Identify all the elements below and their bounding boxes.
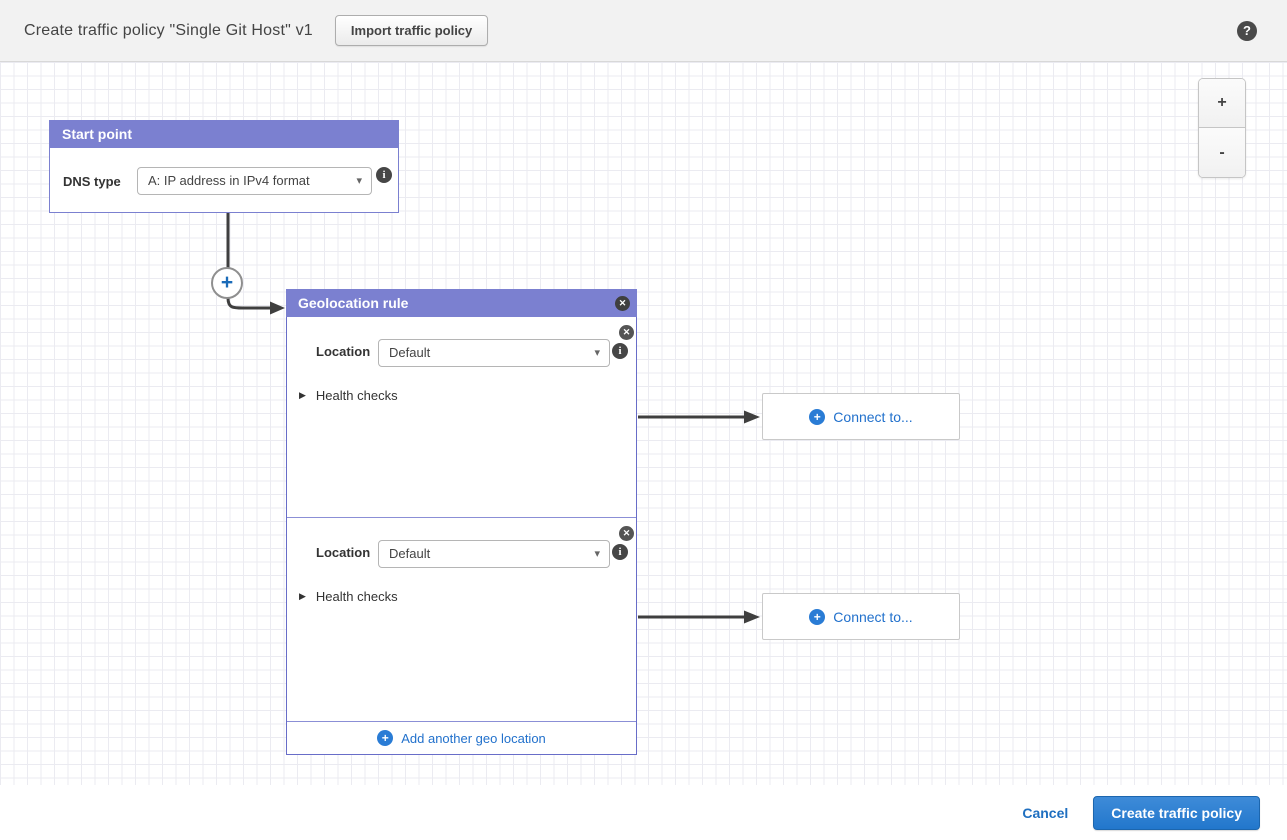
location-select-2[interactable]: Default ▾ xyxy=(378,540,610,568)
chevron-down-icon: ▾ xyxy=(356,168,362,194)
start-point-body: DNS type A: IP address in IPv4 format ▾ … xyxy=(50,148,398,212)
info-icon[interactable]: i xyxy=(376,167,392,183)
geolocation-rule-header: Geolocation rule ✕ xyxy=(286,289,637,317)
arrowhead-icon xyxy=(744,411,760,424)
add-branch-plus-button[interactable]: + xyxy=(211,267,243,299)
connect-to-label: Connect to... xyxy=(833,409,912,425)
health-checks-label: Health checks xyxy=(316,388,398,403)
close-location-icon[interactable]: ✕ xyxy=(619,526,634,541)
connect-to-target-1[interactable]: + Connect to... xyxy=(762,393,960,440)
connect-to-target-2[interactable]: + Connect to... xyxy=(762,593,960,640)
traffic-policy-editor: Create traffic policy "Single Git Host" … xyxy=(0,0,1287,840)
add-another-geo-location-label: Add another geo location xyxy=(401,731,546,746)
geolocation-rule-title: Geolocation rule xyxy=(298,295,408,311)
geo-location-section-2: ✕ Location Default ▾ i ▶ Health checks xyxy=(287,517,636,722)
geolocation-rule-node: Geolocation rule ✕ ✕ Location Default ▾ … xyxy=(286,290,637,755)
bottom-action-bar: Cancel Create traffic policy xyxy=(0,785,1287,840)
start-point-header: Start point xyxy=(50,121,398,148)
location-value: Default xyxy=(389,546,430,561)
location-label: Location xyxy=(316,545,370,560)
plus-circle-icon: + xyxy=(377,730,393,746)
arrowhead-icon xyxy=(270,302,285,315)
plus-circle-icon: + xyxy=(809,609,825,625)
connector-plus-to-rule xyxy=(228,298,271,308)
health-checks-label: Health checks xyxy=(316,589,398,604)
close-location-icon[interactable]: ✕ xyxy=(619,325,634,340)
health-checks-expander-1[interactable]: ▶ Health checks xyxy=(299,388,398,403)
location-label: Location xyxy=(316,344,370,359)
geo-location-section-1: ✕ Location Default ▾ i ▶ Health checks xyxy=(287,317,636,517)
cancel-link[interactable]: Cancel xyxy=(1022,805,1068,821)
help-icon[interactable]: ? xyxy=(1237,21,1257,41)
dns-type-value: A: IP address in IPv4 format xyxy=(148,173,310,188)
arrowhead-icon xyxy=(744,611,760,624)
start-point-node: Start point DNS type A: IP address in IP… xyxy=(49,120,399,213)
zoom-in-button[interactable]: + xyxy=(1199,79,1245,128)
policy-canvas: + - Start point DNS type A: IP address i… xyxy=(0,62,1287,785)
plus-circle-icon: + xyxy=(809,409,825,425)
add-another-geo-location-button[interactable]: + Add another geo location xyxy=(287,721,636,754)
top-header: Create traffic policy "Single Git Host" … xyxy=(0,0,1287,62)
import-traffic-policy-button[interactable]: Import traffic policy xyxy=(335,15,488,46)
zoom-controls: + - xyxy=(1198,78,1246,178)
info-icon[interactable]: i xyxy=(612,544,628,560)
zoom-out-button[interactable]: - xyxy=(1199,128,1245,177)
health-checks-expander-2[interactable]: ▶ Health checks xyxy=(299,589,398,604)
expand-triangle-icon: ▶ xyxy=(299,591,306,602)
location-value: Default xyxy=(389,345,430,360)
close-rule-icon[interactable]: ✕ xyxy=(615,296,630,311)
dns-type-label: DNS type xyxy=(63,174,121,189)
location-select-1[interactable]: Default ▾ xyxy=(378,339,610,367)
page-title: Create traffic policy "Single Git Host" … xyxy=(24,22,313,40)
expand-triangle-icon: ▶ xyxy=(299,390,306,401)
create-traffic-policy-button[interactable]: Create traffic policy xyxy=(1093,796,1260,830)
chevron-down-icon: ▾ xyxy=(594,541,600,567)
dns-type-select[interactable]: A: IP address in IPv4 format ▾ xyxy=(137,167,372,195)
info-icon[interactable]: i xyxy=(612,343,628,359)
chevron-down-icon: ▾ xyxy=(594,340,600,366)
connect-to-label: Connect to... xyxy=(833,609,912,625)
